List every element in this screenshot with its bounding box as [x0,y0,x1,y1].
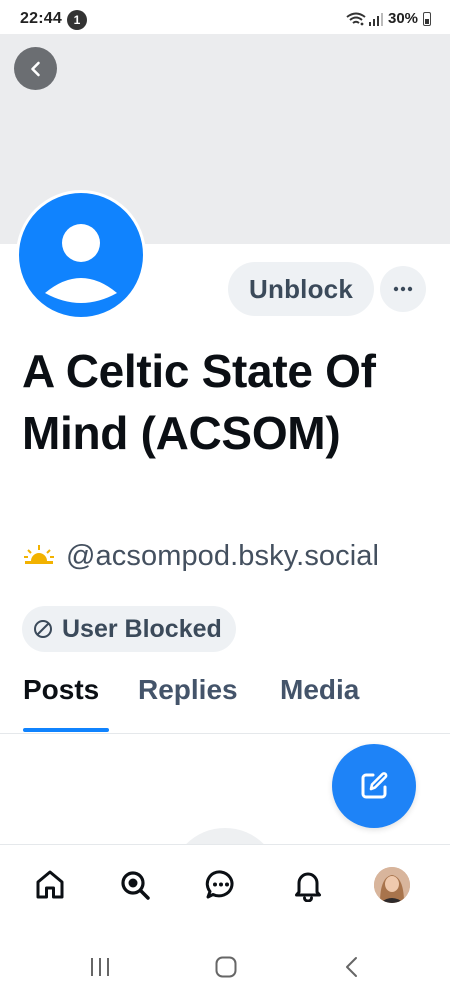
battery-icon [423,12,431,26]
nav-profile[interactable] [370,863,414,907]
home-square-icon [215,956,237,978]
tab-posts[interactable]: Posts [23,674,99,714]
tab-media[interactable]: Media [280,674,359,714]
back-button[interactable] [14,47,57,90]
bell-icon [295,872,321,902]
status-time: 22:44 [20,10,62,27]
notification-badge: 1 [67,10,87,30]
tab-replies[interactable]: Replies [138,674,238,714]
home-icon [36,870,64,899]
back-arrow-icon [346,957,357,977]
compose-button[interactable] [332,744,416,828]
sunrise-icon [24,545,54,564]
profile-display-name: A Celtic State Of Mind (ACSOM) [22,345,376,459]
profile-handle: @acsompod.bsky.social [66,539,380,572]
default-avatar-icon [45,224,117,303]
tabs-divider [0,733,450,734]
recent-apps-button[interactable] [80,952,120,982]
active-tab-indicator [23,728,109,732]
profile-avatar[interactable] [16,190,146,320]
wifi-icon [346,12,366,26]
nav-chat[interactable] [199,863,243,907]
compose-icon [361,772,388,799]
unblock-button[interactable]: Unblock [228,262,374,316]
chat-icon [205,870,234,899]
search-icon [121,871,150,900]
nav-notifications[interactable] [286,863,330,907]
home-system-button[interactable] [206,952,246,982]
system-back-button[interactable] [332,952,372,982]
signal-icon [369,13,383,26]
nav-home[interactable] [28,863,72,907]
battery-percent: 30% [388,10,419,27]
more-options-button[interactable] [380,266,426,312]
bottom-navigation [0,844,450,930]
blocked-icon [34,620,52,638]
status-bar: 22:44 1 30% [0,0,450,34]
handle-row: @acsompod.bsky.social [22,536,379,576]
user-avatar [374,867,410,903]
system-navigation-bar [0,930,450,1000]
recents-icon [91,958,109,976]
chevron-left-icon [30,61,40,76]
more-icon [393,286,413,292]
user-avatar-image [374,867,410,903]
user-blocked-badge: User Blocked [22,606,236,652]
nav-search[interactable] [113,863,157,907]
user-blocked-label: User Blocked [62,614,222,643]
